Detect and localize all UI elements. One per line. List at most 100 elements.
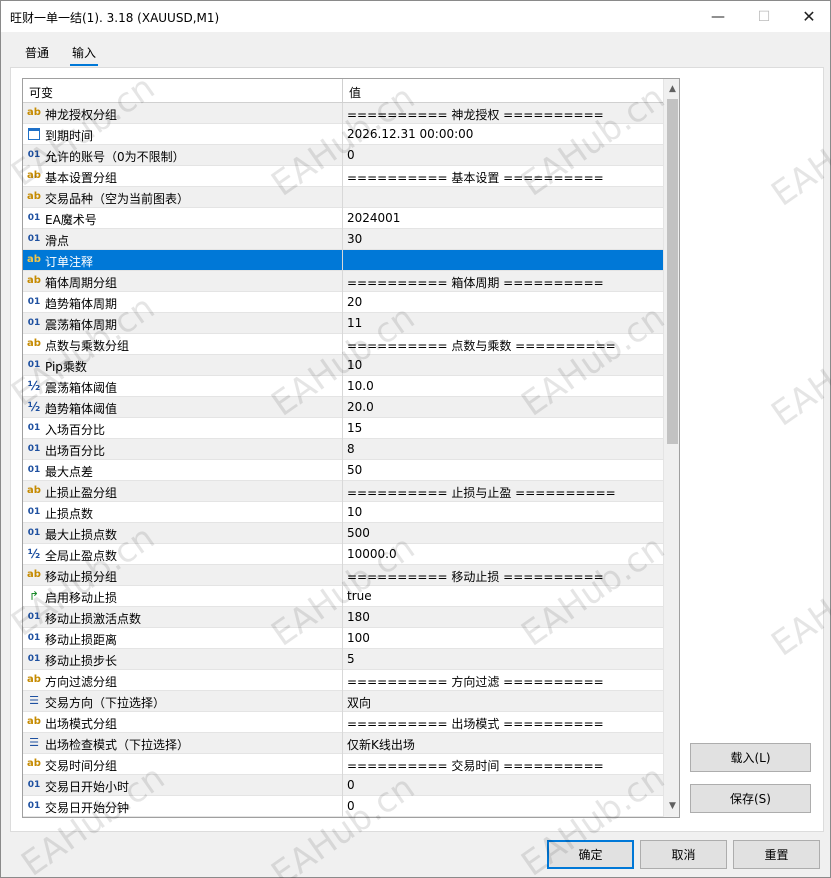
- row-value-field[interactable]: 0: [347, 799, 355, 813]
- grid-row[interactable]: 01 交易日开始分钟 0: [23, 796, 663, 817]
- grid-row[interactable]: ½ 全局止盈点数 10000.0: [23, 544, 663, 565]
- row-value-field[interactable]: ========== 方向过滤 ==========: [347, 673, 604, 690]
- vertical-scrollbar[interactable]: ▲ ▼: [663, 79, 679, 817]
- tab-inputs[interactable]: 输入: [70, 44, 99, 66]
- scrollbar-thumb[interactable]: [667, 99, 678, 444]
- ok-button[interactable]: 确定: [547, 840, 634, 869]
- row-value-field[interactable]: 10: [347, 505, 362, 519]
- grid-row[interactable]: ↱ 启用移动止损 true: [23, 586, 663, 607]
- row-value-field[interactable]: ========== 止损与止盈 ==========: [347, 484, 616, 501]
- row-variable-name: 入场百分比: [45, 423, 106, 437]
- grid-row[interactable]: 01 允许的账号（0为不限制） 0: [23, 145, 663, 166]
- string-type-icon: ab: [27, 275, 41, 286]
- save-button[interactable]: 保存(S): [690, 784, 811, 813]
- grid-row[interactable]: 01 出场百分比 8: [23, 439, 663, 460]
- row-value-field[interactable]: 仅新K线出场: [347, 736, 415, 753]
- row-value-field[interactable]: ========== 出场模式 ==========: [347, 715, 604, 732]
- row-value-field[interactable]: ========== 神龙授权 ==========: [347, 106, 604, 123]
- row-variable-name: Pip乘数: [45, 360, 87, 374]
- row-value-field[interactable]: 0: [347, 148, 355, 162]
- row-column-divider: [342, 523, 343, 544]
- grid-row[interactable]: 01 止损点数 10: [23, 502, 663, 523]
- enum-list-icon: ☰: [29, 736, 39, 749]
- row-value-field[interactable]: 50: [347, 463, 362, 477]
- column-header-value[interactable]: 值: [349, 84, 361, 101]
- grid-row[interactable]: 01 震荡箱体周期 11: [23, 313, 663, 334]
- column-header-variable[interactable]: 可变: [29, 84, 53, 101]
- grid-row[interactable]: ½ 震荡箱体阈值 10.0: [23, 376, 663, 397]
- row-value-field[interactable]: 11: [347, 316, 362, 330]
- row-value-field[interactable]: ========== 基本设置 ==========: [347, 169, 604, 186]
- row-value-field[interactable]: ========== 点数与乘数 ==========: [347, 337, 616, 354]
- row-value-field[interactable]: 8: [347, 442, 355, 456]
- scroll-down-arrow-icon[interactable]: ▼: [664, 798, 679, 815]
- row-variable-name: 交易方向（下拉选择）: [45, 696, 166, 710]
- row-value-field[interactable]: true: [347, 589, 372, 603]
- grid-row[interactable]: 到期时间 2026.12.31 00:00:00: [23, 124, 663, 145]
- row-column-divider: [342, 439, 343, 460]
- grid-row[interactable]: ab 交易时间分组 ========== 交易时间 ==========: [23, 754, 663, 775]
- row-variable-name: 震荡箱体周期: [45, 318, 118, 332]
- row-value-field[interactable]: 20.0: [347, 400, 374, 414]
- scroll-up-arrow-icon[interactable]: ▲: [664, 81, 679, 98]
- row-variable-name: 允许的账号（0为不限制）: [45, 150, 185, 164]
- integer-type-icon: 01: [27, 465, 41, 475]
- row-value-field[interactable]: ========== 交易时间 ==========: [347, 757, 604, 774]
- row-value-field[interactable]: ========== 箱体周期 ==========: [347, 274, 604, 291]
- load-button[interactable]: 载入(L): [690, 743, 811, 772]
- grid-row[interactable]: ab 出场模式分组 ========== 出场模式 ==========: [23, 712, 663, 733]
- grid-row[interactable]: 01 最大点差 50: [23, 460, 663, 481]
- grid-row[interactable]: ½ 趋势箱体阈值 20.0: [23, 397, 663, 418]
- row-value-field[interactable]: 10000.0: [347, 547, 397, 561]
- grid-row[interactable]: 01 滑点 30: [23, 229, 663, 250]
- row-value-field[interactable]: 5: [347, 652, 355, 666]
- grid-row[interactable]: 01 趋势箱体周期 20: [23, 292, 663, 313]
- string-type-icon: ab: [27, 485, 41, 496]
- row-column-divider: [342, 124, 343, 145]
- close-button[interactable]: ✕: [786, 1, 831, 32]
- grid-row[interactable]: ab 神龙授权分组 ========== 神龙授权 ==========: [23, 103, 663, 124]
- row-variable-name: 移动止损激活点数: [45, 612, 142, 626]
- grid-row[interactable]: ab 交易品种（空为当前图表）: [23, 187, 663, 208]
- row-value-field[interactable]: ========== 移动止损 ==========: [347, 568, 604, 585]
- tab-general[interactable]: 普通: [23, 44, 51, 66]
- grid-row[interactable]: 01 Pip乘数 10: [23, 355, 663, 376]
- row-value-field[interactable]: 2026.12.31 00:00:00: [347, 127, 473, 141]
- row-value-field[interactable]: 2024001: [347, 211, 400, 225]
- grid-row[interactable]: 01 移动止损距离 100: [23, 628, 663, 649]
- grid-row[interactable]: 01 移动止损激活点数 180: [23, 607, 663, 628]
- row-value-field[interactable]: 0: [347, 778, 355, 792]
- row-value-field[interactable]: 10.0: [347, 379, 374, 393]
- grid-row[interactable]: ☰ 出场检查模式（下拉选择） 仅新K线出场: [23, 733, 663, 754]
- row-variable-name: 方向过滤分组: [45, 675, 118, 689]
- row-variable-name: 趋势箱体周期: [45, 297, 118, 311]
- row-value-field[interactable]: 100: [347, 631, 370, 645]
- row-value-field[interactable]: 500: [347, 526, 370, 540]
- grid-row[interactable]: ab 订单注释: [23, 250, 663, 271]
- row-value-field[interactable]: 20: [347, 295, 362, 309]
- grid-row[interactable]: ab 基本设置分组 ========== 基本设置 ==========: [23, 166, 663, 187]
- row-value-field[interactable]: 10: [347, 358, 362, 372]
- grid-row[interactable]: ab 移动止损分组 ========== 移动止损 ==========: [23, 565, 663, 586]
- row-value-field[interactable]: 15: [347, 421, 362, 435]
- grid-row[interactable]: 01 最大止损点数 500: [23, 523, 663, 544]
- string-type-icon: ab: [27, 716, 41, 727]
- grid-row[interactable]: 01 EA魔术号 2024001: [23, 208, 663, 229]
- grid-header: 可变 值: [23, 79, 663, 103]
- grid-row[interactable]: ☰ 交易方向（下拉选择） 双向: [23, 691, 663, 712]
- row-value-field[interactable]: 双向: [347, 694, 371, 711]
- grid-row[interactable]: 01 交易日开始小时 0: [23, 775, 663, 796]
- row-value-field[interactable]: 180: [347, 610, 370, 624]
- grid-row[interactable]: ab 止损止盈分组 ========== 止损与止盈 ==========: [23, 481, 663, 502]
- double-type-icon: ½: [27, 547, 41, 561]
- cancel-button[interactable]: 取消: [640, 840, 727, 869]
- minimize-button[interactable]: —: [695, 1, 741, 32]
- reset-button[interactable]: 重置: [733, 840, 820, 869]
- grid-row[interactable]: ab 点数与乘数分组 ========== 点数与乘数 ==========: [23, 334, 663, 355]
- row-value-field[interactable]: 30: [347, 232, 362, 246]
- grid-row[interactable]: ab 方向过滤分组 ========== 方向过滤 ==========: [23, 670, 663, 691]
- grid-row[interactable]: ab 箱体周期分组 ========== 箱体周期 ==========: [23, 271, 663, 292]
- column-divider[interactable]: [342, 79, 343, 103]
- grid-row[interactable]: 01 移动止损步长 5: [23, 649, 663, 670]
- grid-row[interactable]: 01 入场百分比 15: [23, 418, 663, 439]
